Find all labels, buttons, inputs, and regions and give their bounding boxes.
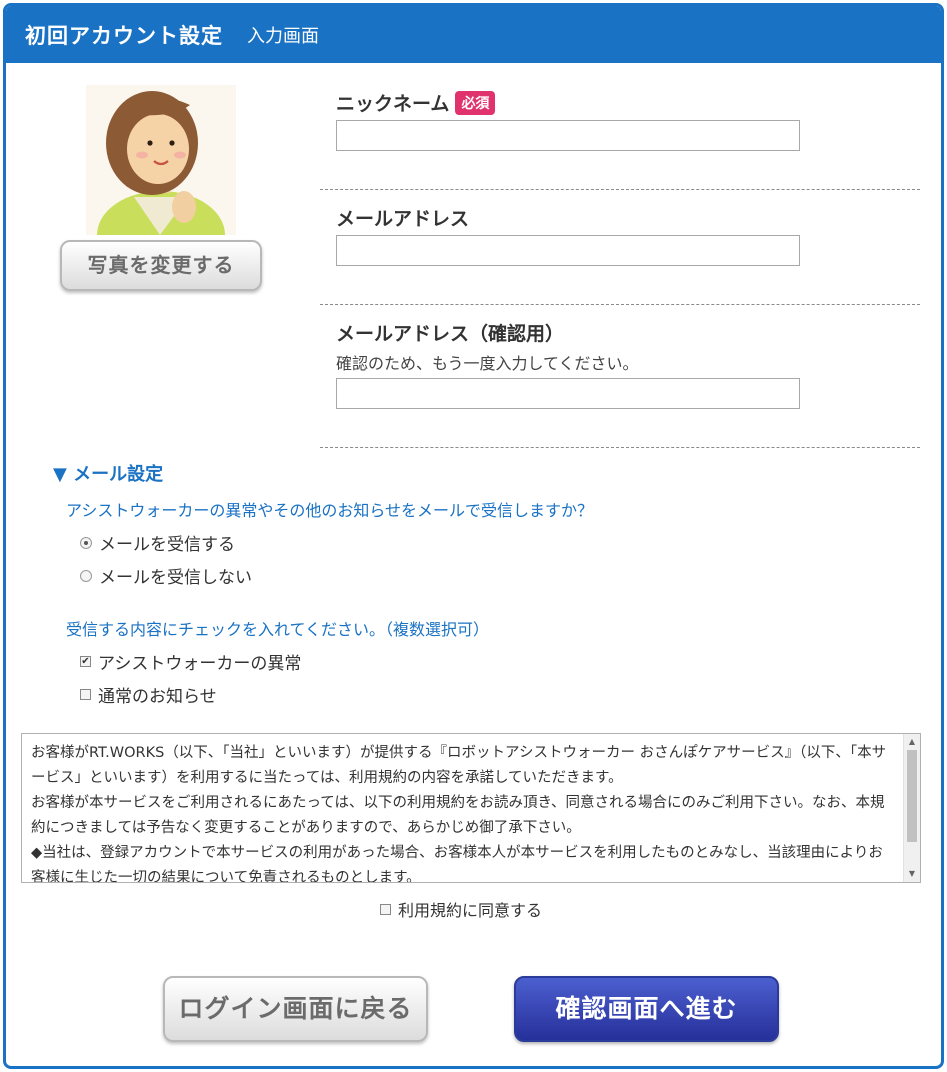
scroll-up-icon[interactable]: ▲ [904,734,920,750]
scroll-thumb[interactable] [907,750,917,842]
nickname-label-text: ニックネーム [336,93,450,115]
terms-paragraph: ◆当社は、登録アカウントで本サービスの利用があった場合、お客様本人が本サービスを… [31,845,883,883]
nickname-input[interactable] [336,120,800,151]
divider [320,304,920,305]
page-title: 初回アカウント設定 [25,23,223,48]
required-badge: 必須 [455,91,496,115]
radio-selected-icon[interactable] [80,536,92,549]
change-photo-button[interactable]: 写真を変更する [60,240,262,291]
checkbox-label: アシストウォーカーの異常 [98,654,302,674]
radio-label: メールを受信しない [99,568,252,588]
terms-paragraph: お客様がRT.WORKS（以下、「当社」といいます）が提供する『ロボットアシスト… [31,745,887,786]
scroll-down-icon[interactable]: ▼ [904,866,920,882]
terms-paragraph: お客様が本サービスをご利用されるにあたっては、以下の利用規約をお読み頂き、同意さ… [31,795,885,836]
email-confirm-hint: 確認のため、もう一度入力してください。 [336,354,639,373]
email-input[interactable] [336,235,800,266]
email-label: メールアドレス [336,208,470,230]
page-subtitle: 入力画面 [247,25,319,47]
checkbox-unchecked-icon[interactable] [80,689,91,700]
email-confirm-input[interactable] [336,378,800,409]
divider [320,189,920,190]
back-to-login-button[interactable]: ログイン画面に戻る [163,976,428,1042]
radio-no-mail[interactable]: メールを受信しない [80,563,252,588]
radio-receive-mail[interactable]: メールを受信する [80,530,235,555]
checkbox-checked-icon[interactable]: ✔ [80,656,91,667]
mail-settings-title: ▼ メール設定 [53,464,164,485]
agree-terms-checkbox[interactable]: 利用規約に同意する [380,897,542,921]
content-question: 受信する内容にチェックを入れてください。（複数選択可） [66,620,490,639]
email-confirm-label: メールアドレス（確認用） [336,323,565,345]
terms-text: お客様がRT.WORKS（以下、「当社」といいます）が提供する『ロボットアシスト… [31,741,895,883]
radio-label: メールを受信する [99,535,235,555]
checkbox-normal-notice[interactable]: 通常のお知らせ [80,682,217,707]
terms-scrollbar[interactable]: ▲ ▼ [903,734,920,882]
radio-unselected-icon[interactable] [80,569,92,582]
divider [320,447,920,448]
checkbox-walker-alert[interactable]: ✔ アシストウォーカーの異常 [80,649,301,674]
receive-question: アシストウォーカーの異常やその他のお知らせをメールで受信しますか？ [66,501,594,520]
panel-header: 初回アカウント設定 入力画面 [6,6,941,63]
nickname-label: ニックネーム 必須 [336,89,496,116]
checkbox-unchecked-icon[interactable] [380,903,391,915]
profile-avatar [86,85,236,235]
proceed-to-confirm-button[interactable]: 確認画面へ進む [514,976,779,1042]
checkbox-label: 通常のお知らせ [98,687,217,707]
terms-textarea[interactable]: お客様がRT.WORKS（以下、「当社」といいます）が提供する『ロボットアシスト… [21,733,921,883]
agree-terms-label: 利用規約に同意する [398,901,543,920]
